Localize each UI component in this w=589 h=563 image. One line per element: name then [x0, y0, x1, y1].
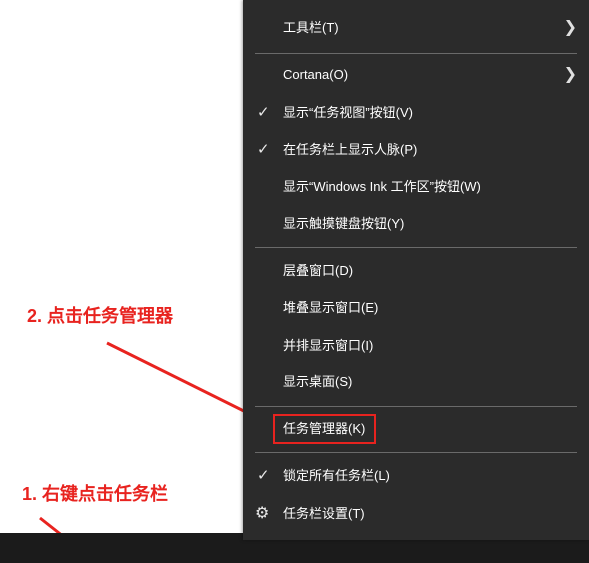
- checkmark-icon: ✓: [257, 467, 270, 484]
- menu-item-show-desktop[interactable]: 显示桌面(S): [243, 365, 589, 399]
- menu-item-cascade-windows[interactable]: 层叠窗口(D): [243, 254, 589, 288]
- menu-item-label: 并排显示窗口(I): [283, 338, 374, 353]
- menu-separator: [255, 53, 577, 54]
- menu-separator: [255, 247, 577, 248]
- menu-item-label: 工具栏(T): [283, 20, 339, 35]
- menu-item-show-touch-keyboard[interactable]: 显示触摸键盘按钮(Y): [243, 207, 589, 241]
- menu-item-toolbars[interactable]: 工具栏(T) ❯: [243, 11, 589, 45]
- menu-item-label: 显示触摸键盘按钮(Y): [283, 216, 405, 231]
- menu-item-label: 显示“任务视图”按钮(V): [283, 105, 413, 120]
- gear-icon: ⚙: [255, 505, 270, 522]
- menu-item-label: 堆叠显示窗口(E): [283, 300, 379, 315]
- menu-item-label: Cortana(O): [283, 67, 349, 82]
- menu-item-label: 显示桌面(S): [283, 374, 353, 389]
- checkmark-icon: ✓: [257, 104, 270, 121]
- menu-item-show-task-view[interactable]: ✓ 显示“任务视图”按钮(V): [243, 96, 589, 130]
- chevron-right-icon: ❯: [563, 19, 577, 36]
- menu-item-cortana[interactable]: Cortana(O) ❯: [243, 58, 589, 92]
- menu-item-label: 任务栏设置(T): [283, 506, 365, 521]
- menu-separator: [255, 406, 577, 407]
- checkmark-icon: ✓: [257, 141, 270, 158]
- menu-separator: [255, 452, 577, 453]
- annotation-step-2: 2. 点击任务管理器: [27, 306, 174, 326]
- annotation-step-1: 1. 右键点击任务栏: [22, 484, 169, 504]
- menu-item-taskbar-settings[interactable]: ⚙ 任务栏设置(T): [243, 497, 589, 531]
- menu-item-lock-taskbars[interactable]: ✓ 锁定所有任务栏(L): [243, 459, 589, 493]
- menu-item-label: 在任务栏上显示人脉(P): [283, 142, 418, 157]
- chevron-right-icon: ❯: [563, 66, 577, 83]
- menu-item-stack-windows[interactable]: 堆叠显示窗口(E): [243, 291, 589, 325]
- menu-item-show-people[interactable]: ✓ 在任务栏上显示人脉(P): [243, 133, 589, 167]
- menu-item-show-ink-workspace[interactable]: 显示“Windows Ink 工作区”按钮(W): [243, 170, 589, 204]
- task-manager-highlight: [273, 414, 376, 444]
- menu-item-label: 锁定所有任务栏(L): [283, 468, 390, 483]
- menu-item-label: 显示“Windows Ink 工作区”按钮(W): [283, 179, 481, 194]
- menu-item-label: 层叠窗口(D): [283, 263, 354, 278]
- annotation-arrow-to-task-manager: [106, 341, 264, 422]
- screen: 2. 点击任务管理器 1. 右键点击任务栏 工具栏(T) ❯ Cortana(O…: [0, 0, 589, 563]
- taskbar-context-menu: 工具栏(T) ❯ Cortana(O) ❯ ✓ 显示“任务视图”按钮(V) ✓ …: [243, 0, 589, 540]
- menu-item-side-by-side[interactable]: 并排显示窗口(I): [243, 329, 589, 363]
